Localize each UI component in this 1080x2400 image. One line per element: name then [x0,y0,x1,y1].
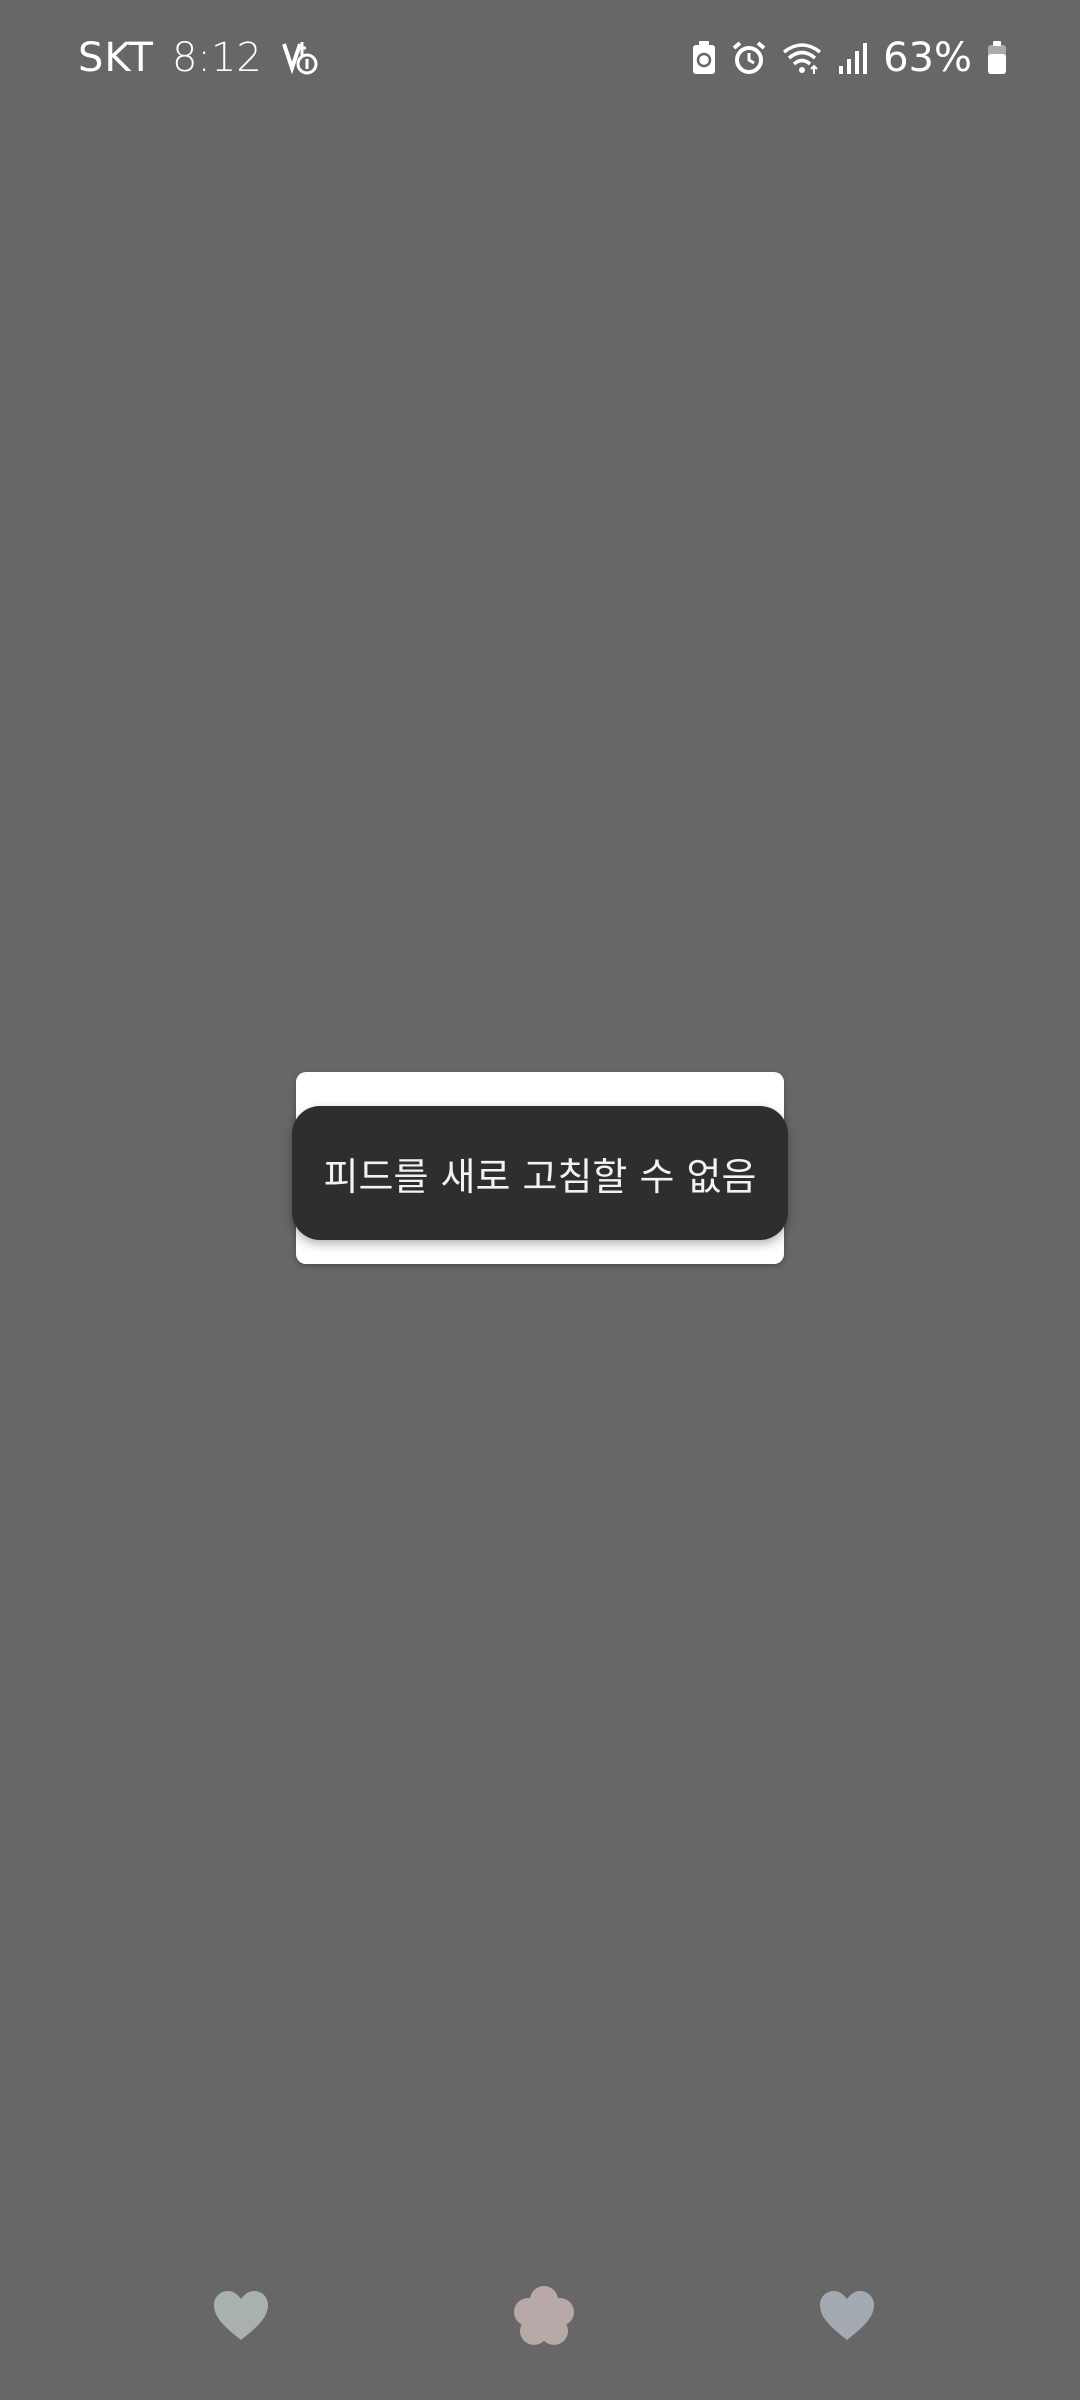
clock: 8:12 [171,35,262,81]
status-right: 63% [691,30,1008,86]
battery-percent: 63% [883,35,972,81]
battery-icon [986,40,1008,76]
volte-icon [280,38,322,78]
heart-icon [212,2290,270,2346]
signal-icon [837,40,869,76]
toast: 피드를 새로 고침할 수 없음 [292,1106,788,1240]
status-bar: SKT 8:12 63% [0,0,1080,112]
flower-icon [512,2284,576,2352]
heart-icon [818,2290,876,2346]
carrier-label: SKT [78,35,154,81]
alarm-icon [731,40,767,76]
wifi-icon [781,40,823,76]
status-left: SKT 8:12 [78,30,322,86]
bottom-decorations [0,2286,1080,2360]
toast-message: 피드를 새로 고침할 수 없음 [323,1154,757,1199]
screen: SKT 8:12 63% 피드를 새로 고침할 수 없음 [0,0,1080,2400]
battery-saver-icon [691,40,717,76]
